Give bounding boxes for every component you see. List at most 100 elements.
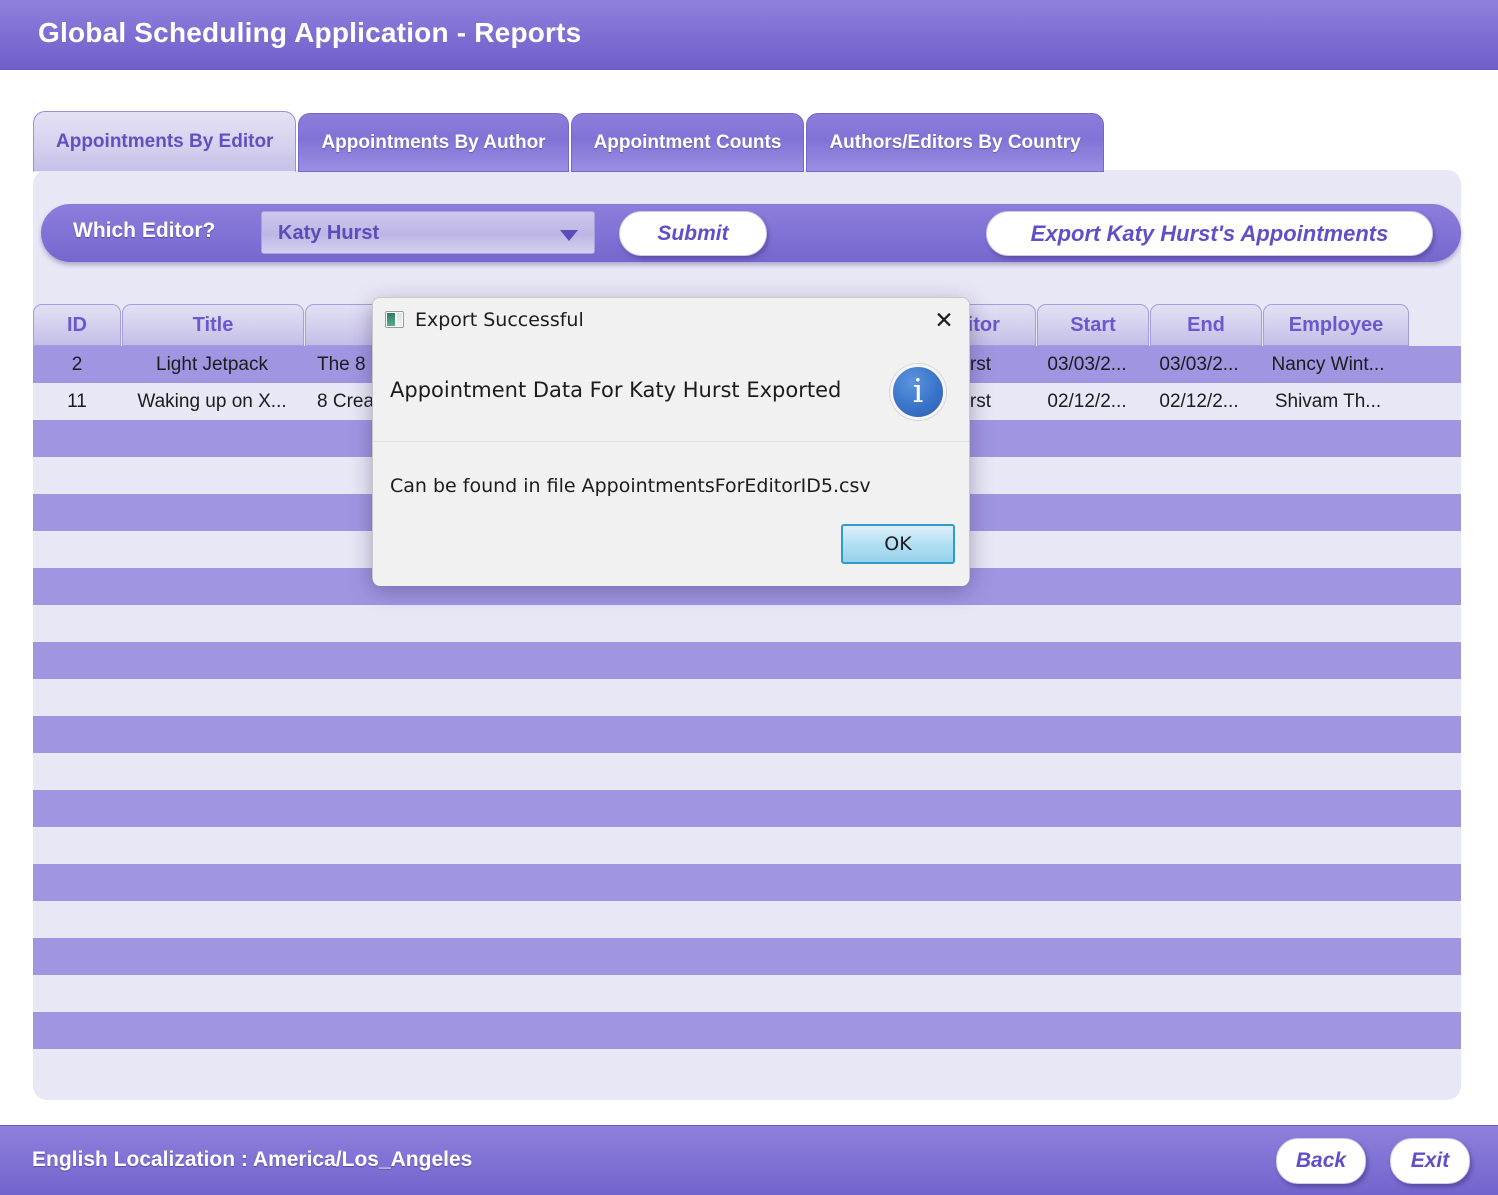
cell-employee [1255,679,1401,716]
cell-title [121,938,303,975]
column-header-start[interactable]: Start [1037,304,1149,346]
cell-start [1031,420,1143,457]
cell-id [33,827,121,864]
ok-button[interactable]: OK [841,524,955,564]
cell-description [303,1012,551,1049]
cell-title [121,901,303,938]
table-row[interactable] [33,716,1461,753]
editor-select[interactable]: Katy Hurst [261,211,595,254]
cell-location [551,1049,741,1086]
cell-start [1031,605,1143,642]
cell-end [1143,827,1255,864]
cell-location [551,938,741,975]
tab-appointments-by-author[interactable]: Appointments By Author [298,113,568,172]
cell-end [1143,679,1255,716]
table-row[interactable] [33,975,1461,1012]
cell-id [33,605,121,642]
export-successful-dialog: Export Successful ✕ Appointment Data For… [372,297,970,585]
dialog-message: Appointment Data For Katy Hurst Exported [390,378,841,402]
cell-id [33,938,121,975]
cell-end [1143,901,1255,938]
table-row[interactable] [33,753,1461,790]
cell-employee [1255,790,1401,827]
cell-title [121,642,303,679]
cell-description [303,716,551,753]
cell-description [303,790,551,827]
cell-location [551,827,741,864]
column-header-end[interactable]: End [1150,304,1262,346]
cell-employee: Shivam Th... [1255,383,1401,420]
cell-start [1031,1049,1143,1086]
cell-type [741,790,901,827]
cell-employee [1255,1012,1401,1049]
cell-description [303,1049,551,1086]
window-icon [385,311,404,328]
cell-id [33,864,121,901]
cell-employee [1255,1049,1401,1086]
cell-title: Light Jetpack [121,346,303,383]
table-row[interactable] [33,790,1461,827]
cell-description [303,901,551,938]
export-appointments-button[interactable]: Export Katy Hurst's Appointments [986,211,1433,256]
cell-end [1143,457,1255,494]
cell-location [551,790,741,827]
cell-title [121,864,303,901]
cell-title [121,568,303,605]
dialog-title-bar: Export Successful ✕ [373,298,969,344]
cell-type [741,679,901,716]
close-icon[interactable]: ✕ [927,304,961,338]
cell-end [1143,753,1255,790]
cell-start [1031,901,1143,938]
column-header-employee[interactable]: Employee [1263,304,1409,346]
table-row[interactable] [33,1049,1461,1086]
report-toolbar: Which Editor? Katy Hurst Submit Export K… [41,204,1461,262]
cell-start [1031,790,1143,827]
cell-title [121,457,303,494]
cell-employee [1255,901,1401,938]
dialog-title: Export Successful [415,309,584,331]
cell-location [551,975,741,1012]
table-row[interactable] [33,679,1461,716]
cell-employee [1255,420,1401,457]
cell-type [741,1012,901,1049]
chevron-down-icon [560,230,578,241]
cell-id [33,531,121,568]
table-row[interactable] [33,642,1461,679]
tab-appointments-by-editor[interactable]: Appointments By Editor [33,111,296,172]
cell-type [741,901,901,938]
cell-description [303,827,551,864]
cell-employee [1255,864,1401,901]
column-header-title[interactable]: Title [122,304,304,346]
cell-employee [1255,494,1401,531]
cell-description [303,605,551,642]
cell-id [33,1012,121,1049]
cell-editor [901,753,1031,790]
submit-button[interactable]: Submit [619,211,767,256]
cell-description [303,753,551,790]
table-row[interactable] [33,605,1461,642]
cell-end [1143,864,1255,901]
cell-title [121,790,303,827]
cell-id [33,642,121,679]
table-row[interactable] [33,827,1461,864]
dialog-detail-text: Can be found in file AppointmentsForEdit… [390,475,871,497]
tab-appointment-counts[interactable]: Appointment Counts [571,113,805,172]
cell-title [121,716,303,753]
status-footer: English Localization : America/Los_Angel… [0,1125,1498,1195]
exit-button[interactable]: Exit [1390,1138,1470,1184]
cell-start [1031,679,1143,716]
cell-id [33,1049,121,1086]
cell-end [1143,1012,1255,1049]
table-row[interactable] [33,1012,1461,1049]
cell-editor [901,864,1031,901]
table-row[interactable] [33,901,1461,938]
cell-editor [901,827,1031,864]
cell-end [1143,494,1255,531]
table-row[interactable] [33,938,1461,975]
back-button[interactable]: Back [1276,1138,1366,1184]
table-row[interactable] [33,864,1461,901]
tab-authors-editors-by-country[interactable]: Authors/Editors By Country [806,113,1103,172]
cell-id: 11 [33,383,121,420]
column-header-id[interactable]: ID [33,304,121,346]
cell-employee [1255,457,1401,494]
